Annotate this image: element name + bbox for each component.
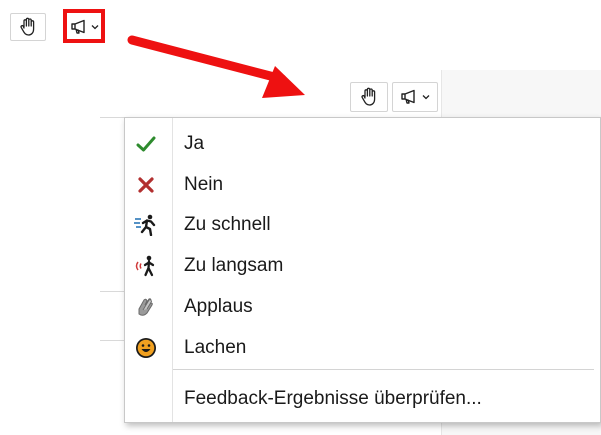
smiley-icon [134,336,158,360]
menu-item-review-feedback[interactable]: Feedback-Ergebnisse überprüfen... [125,378,600,419]
raise-hand-button-secondary[interactable] [350,82,388,112]
menu-separator [173,369,594,370]
feedback-dropdown-button-secondary[interactable] [392,82,438,112]
walking-figure-icon [134,254,158,278]
menu-item-label: Zu langsam [184,254,284,276]
menu-item-zu-langsam[interactable]: Zu langsam [125,245,600,286]
menu-item-ja[interactable]: Ja [125,123,600,164]
menu-item-label: Feedback-Ergebnisse überprüfen... [184,387,482,409]
menu-item-label: Ja [184,132,205,154]
menu-item-lachen[interactable]: Lachen [125,327,600,368]
menu-item-label: Nein [184,173,224,195]
megaphone-icon [400,89,420,105]
menu-item-label: Applaus [184,295,253,317]
chevron-down-icon [422,94,430,100]
x-icon [134,173,158,197]
hand-icon [360,87,378,107]
menu-item-nein[interactable]: Nein [125,164,600,205]
check-icon [134,132,158,156]
menu-item-zu-schnell[interactable]: Zu schnell [125,204,600,245]
clapping-hands-icon [134,295,158,319]
menu-item-label: Lachen [184,336,247,358]
menu-item-label: Zu schnell [184,213,271,235]
menu-item-applaus[interactable]: Applaus [125,286,600,327]
running-figure-icon [134,213,158,237]
feedback-menu: Ja Nein Zu schnell Zu langsam Applaus La… [124,117,601,423]
